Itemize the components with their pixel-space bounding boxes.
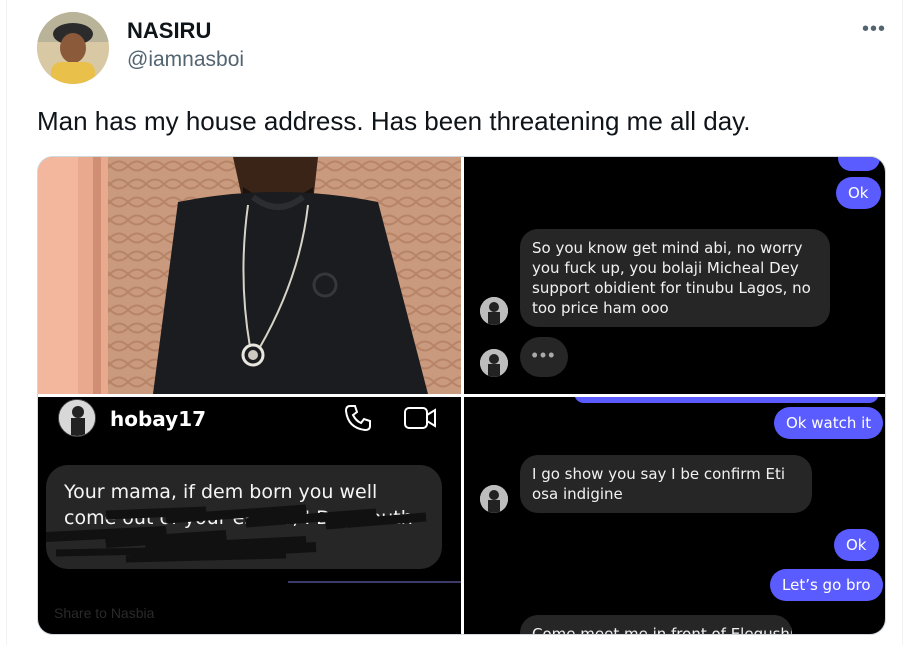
more-icon[interactable]: ••• <box>859 14 889 44</box>
chat-bubble-outgoing: Ok <box>834 529 879 561</box>
phone-icon[interactable] <box>343 403 373 433</box>
share-label: Share to Nasbia <box>54 605 155 621</box>
chat-header: hobay17 <box>38 397 461 445</box>
typing-indicator: ••• <box>520 337 568 377</box>
photo-man[interactable] <box>38 157 461 394</box>
author-avatar[interactable] <box>37 12 109 84</box>
chat-bubble-incoming: So you know get mind abi, no worry you f… <box>520 229 830 327</box>
chat-bubble-outgoing: Let’s go bro <box>770 569 883 601</box>
contact-avatar <box>480 485 508 513</box>
chat-bubble-outgoing-cut <box>838 157 880 171</box>
author-name[interactable]: NASIRU <box>127 18 211 44</box>
contact-avatar <box>480 297 508 325</box>
contact-username[interactable]: hobay17 <box>110 407 206 431</box>
chat-bubble-outgoing: Ok watch it <box>774 407 884 439</box>
contact-avatar[interactable] <box>58 399 96 437</box>
author-handle[interactable]: @iamnasboi <box>127 48 244 72</box>
tweet-text: Man has my house address. Has been threa… <box>37 106 751 136</box>
media-grid[interactable]: Ok So you know get mind abi, no worry yo… <box>37 156 886 635</box>
chat-screenshot-3[interactable]: Ok watch it I go show you say I be confi… <box>464 397 885 634</box>
chat-screenshot-1[interactable]: Ok So you know get mind abi, no worry yo… <box>464 157 885 394</box>
contact-avatar <box>480 349 508 377</box>
redaction-scribble <box>46 504 427 563</box>
divider <box>288 581 461 583</box>
video-icon[interactable] <box>403 403 437 433</box>
chat-bubble-outgoing-cut <box>574 397 879 403</box>
chat-screenshot-2[interactable]: hobay17 Your mama, if dem born you well … <box>38 397 461 634</box>
chat-bubble-incoming: I go show you say I be confirm Eti osa i… <box>520 455 812 513</box>
chat-bubble-outgoing: Ok <box>836 177 881 209</box>
chat-bubble-incoming-cut: Come meet me in front of Elegushi <box>520 615 792 634</box>
tweet-card: NASIRU @iamnasboi ••• Man has my house a… <box>6 0 903 645</box>
